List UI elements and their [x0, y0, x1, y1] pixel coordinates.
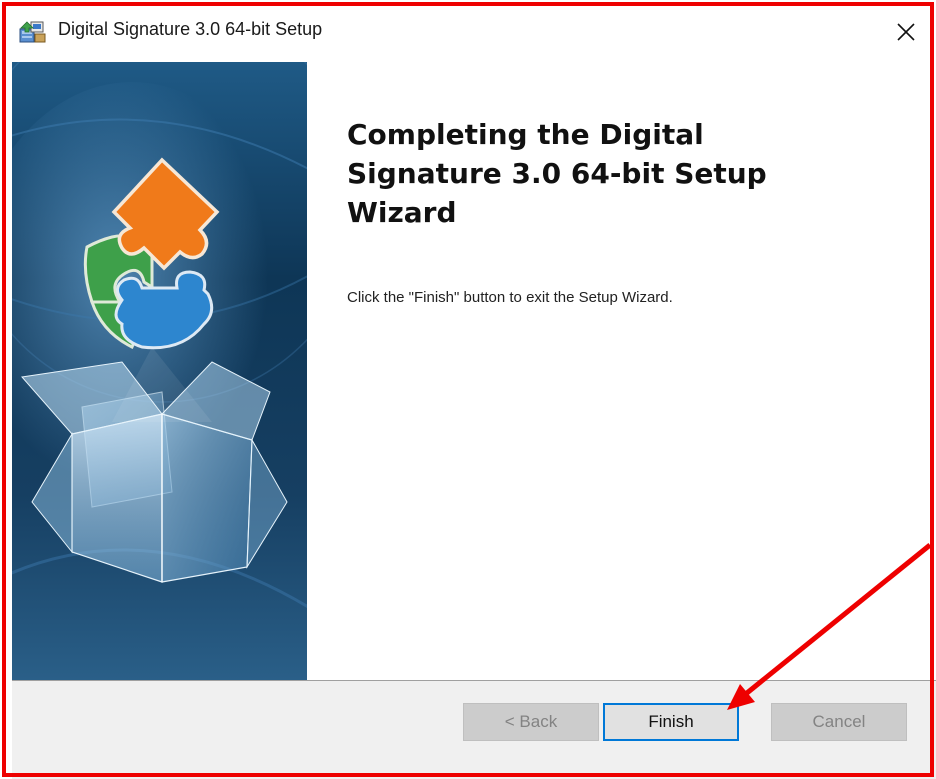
setup-wizard-dialog: Digital Signature 3.0 64-bit Setup Compl…: [0, 0, 936, 779]
window-title: Digital Signature 3.0 64-bit Setup: [58, 19, 323, 39]
cancel-button[interactable]: Cancel: [771, 703, 907, 741]
close-icon: [897, 23, 915, 41]
back-button[interactable]: < Back: [463, 703, 599, 741]
wizard-banner-image: [12, 62, 307, 680]
wizard-heading: Completing the Digital Signature 3.0 64-…: [347, 118, 767, 229]
installer-package-icon: [19, 20, 47, 44]
finish-button[interactable]: Finish: [603, 703, 739, 741]
title-bar[interactable]: Digital Signature 3.0 64-bit Setup: [0, 0, 936, 62]
wizard-description: Click the "Finish" button to exit the Se…: [347, 289, 673, 306]
close-button[interactable]: [880, 10, 932, 54]
